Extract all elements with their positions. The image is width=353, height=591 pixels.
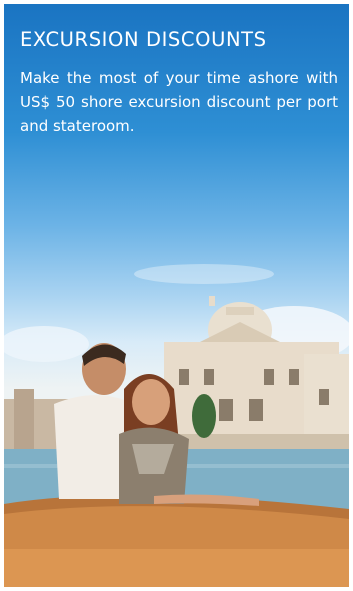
promo-title: EXCURSION DISCOUNTS — [20, 28, 267, 51]
promo-description: Make the most of your time ashore with U… — [20, 69, 338, 135]
excursion-discount-card[interactable]: EXCURSION DISCOUNTS Make the most of you… — [4, 4, 349, 587]
